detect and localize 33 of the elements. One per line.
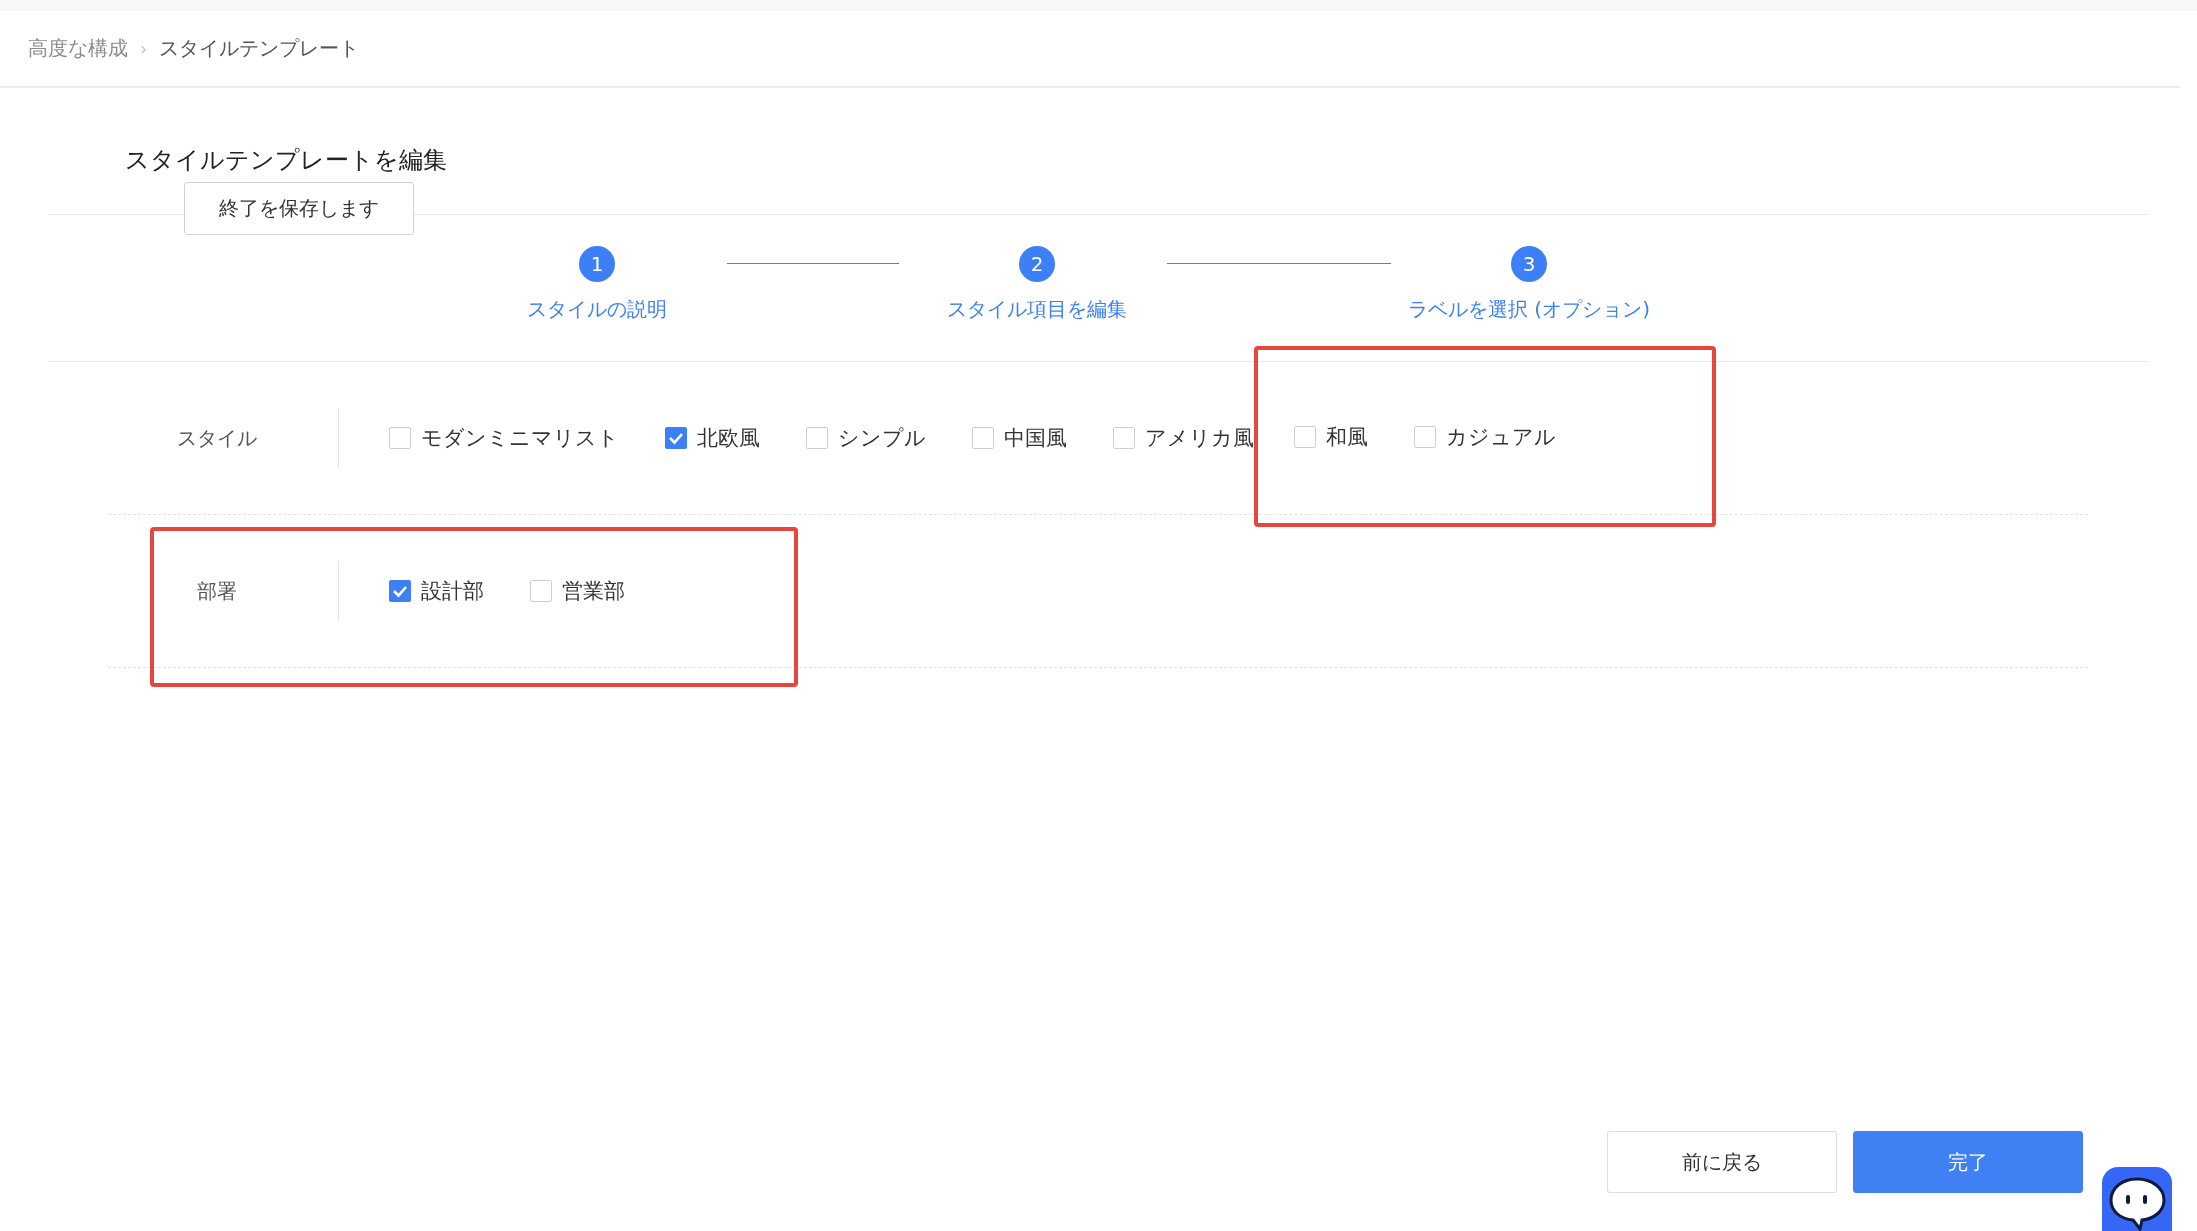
row-label: スタイル <box>177 424 257 452</box>
breadcrumb-separator: › <box>140 38 148 59</box>
checkbox[interactable] <box>1414 425 1436 448</box>
checkbox[interactable] <box>1294 425 1316 448</box>
checkbox-label[interactable]: 北欧風 <box>697 424 760 452</box>
chat-icon[interactable] <box>2102 1167 2172 1231</box>
checkbox[interactable] <box>972 427 994 449</box>
checkbox-label[interactable]: カジュアル <box>1446 422 1556 451</box>
done-button[interactable]: 完了 <box>1853 1131 2083 1193</box>
step-label[interactable]: スタイルの説明 <box>527 296 667 323</box>
checkbox[interactable] <box>389 580 411 602</box>
checkbox-label[interactable]: アメリカ風 <box>1145 424 1254 452</box>
checkbox-label[interactable]: 中国風 <box>1004 424 1067 452</box>
step-label[interactable]: ラベルを選択 (オプション) <box>1408 296 1650 323</box>
checkbox-label[interactable]: 和風 <box>1326 422 1368 451</box>
checkbox-label[interactable]: シンプル <box>838 424 926 452</box>
breadcrumb-item: スタイルテンプレート <box>159 35 360 62</box>
checkbox-label[interactable]: 営業部 <box>562 577 625 605</box>
checkbox-label[interactable]: 設計部 <box>421 577 484 605</box>
step-number: 3 <box>1511 246 1547 282</box>
checkbox[interactable] <box>665 427 687 449</box>
checkbox[interactable] <box>389 427 411 449</box>
checkbox[interactable] <box>530 580 552 602</box>
tooltip: 終了を保存します <box>184 182 414 235</box>
checkbox[interactable] <box>1113 427 1135 449</box>
row-label: 部署 <box>197 577 237 605</box>
step-label[interactable]: スタイル項目を編集 <box>947 296 1127 323</box>
page-title: スタイルテンプレートを編集 <box>125 145 447 176</box>
back-button[interactable]: 前に戻る <box>1607 1131 1837 1193</box>
step-number: 2 <box>1019 246 1055 282</box>
checkbox[interactable] <box>806 427 828 449</box>
checkbox-label[interactable]: モダンミニマリスト <box>421 424 619 452</box>
step-number: 1 <box>579 246 615 282</box>
